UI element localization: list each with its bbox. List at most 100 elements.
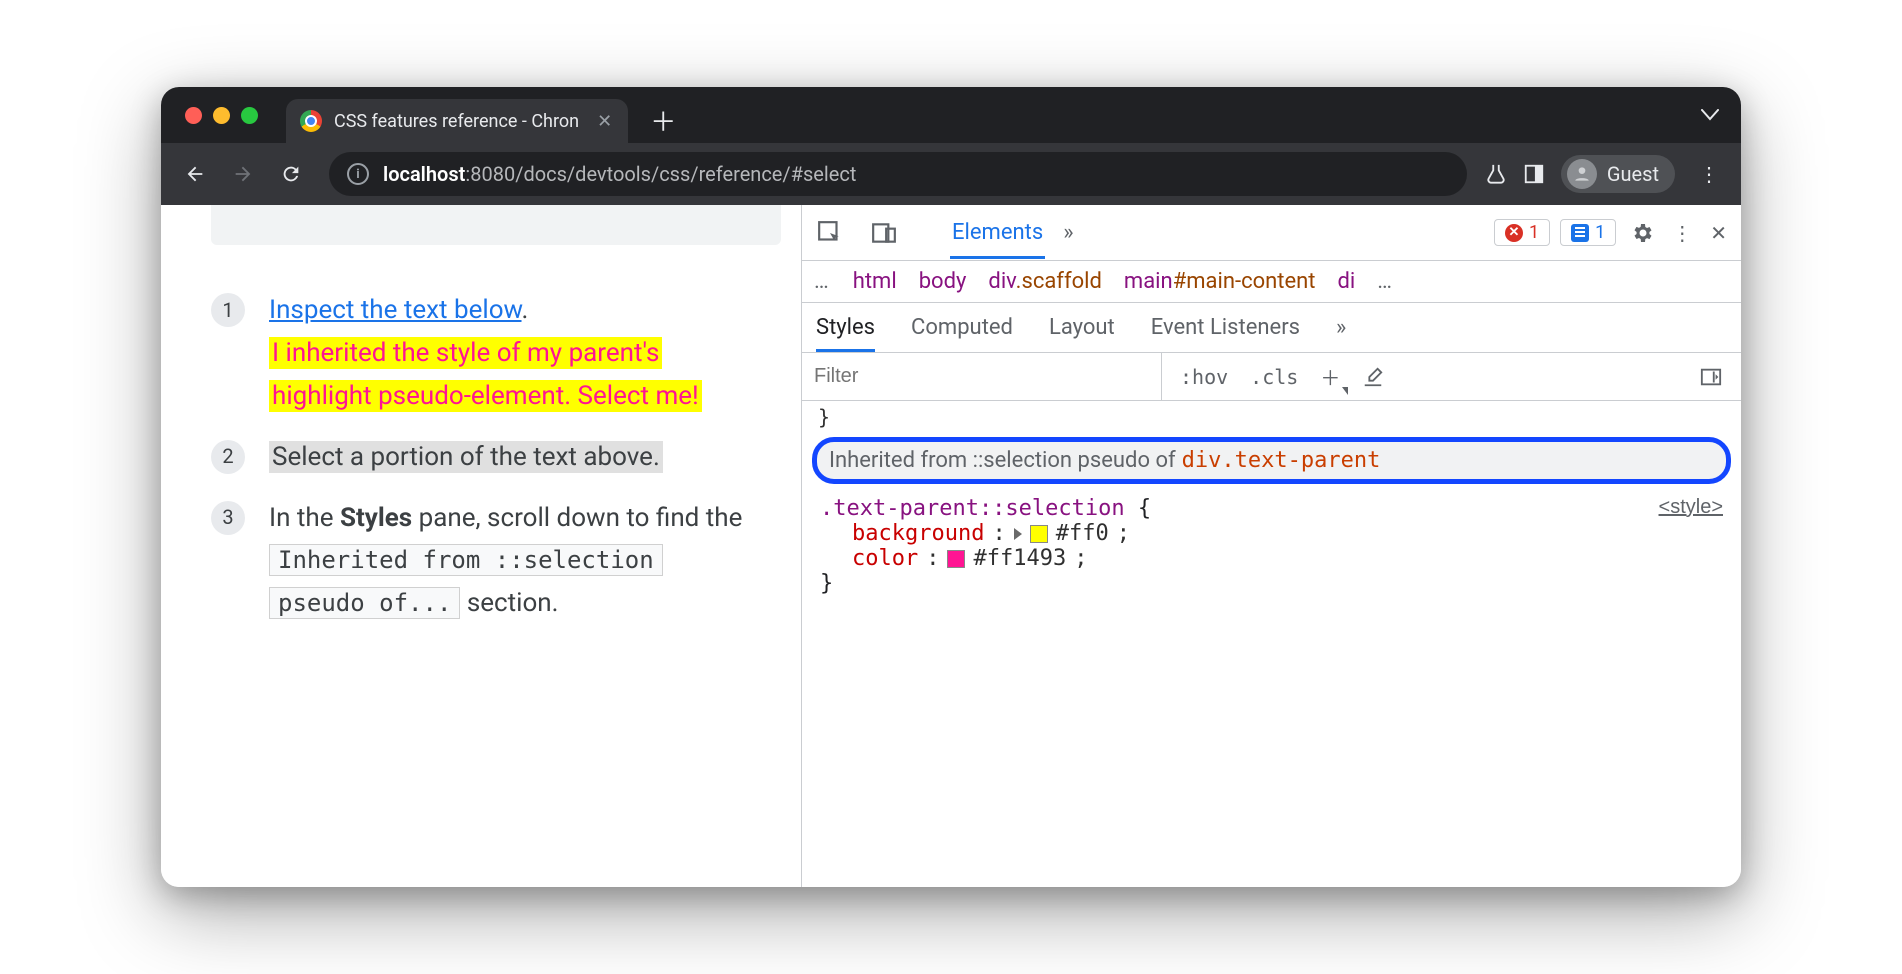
- devtools-close-button[interactable]: ✕: [1706, 217, 1731, 249]
- bc-html[interactable]: html: [853, 269, 897, 294]
- labs-icon[interactable]: [1485, 162, 1507, 186]
- tabs-overflow-icon[interactable]: »: [1063, 220, 1073, 245]
- profile-button[interactable]: Guest: [1561, 155, 1675, 193]
- url-path: /docs/devtools/css/reference/#select: [515, 162, 856, 186]
- devtools-brush-icon[interactable]: [1358, 364, 1388, 390]
- step3-bold: Styles: [340, 503, 412, 533]
- message-count-button[interactable]: 1: [1560, 219, 1616, 246]
- val-background: #ff0: [1056, 521, 1109, 546]
- step-badge: 1: [211, 293, 245, 327]
- browser-toolbar: i localhost:8080/docs/devtools/css/refer…: [161, 143, 1741, 205]
- forward-button[interactable]: [223, 154, 263, 194]
- dom-breadcrumb[interactable]: … html body div.scaffold main#main-conte…: [802, 261, 1741, 303]
- toolbar-right: Guest ⋮: [1485, 155, 1727, 193]
- bc-overflow-right[interactable]: …: [1377, 269, 1394, 294]
- back-button[interactable]: [175, 154, 215, 194]
- rule-selector: .text-parent::selection: [820, 496, 1125, 521]
- window-close-button[interactable]: [185, 107, 202, 124]
- message-count: 1: [1595, 222, 1605, 243]
- val-color: #ff1493: [973, 546, 1066, 571]
- decl-color[interactable]: color: #ff1493;: [820, 546, 1723, 571]
- browser-window: CSS features reference - Chron ✕ ＋ i loc…: [161, 87, 1741, 887]
- semi2: ;: [1074, 546, 1087, 571]
- styles-filter-input[interactable]: [802, 353, 1162, 400]
- step-badge: 2: [211, 440, 245, 474]
- subtab-event-listeners[interactable]: Event Listeners: [1151, 303, 1300, 352]
- step3-code2: pseudo of...: [269, 587, 460, 619]
- prop-color: color: [852, 546, 918, 571]
- error-count: 1: [1529, 222, 1539, 243]
- new-style-rule-button[interactable]: ＋: [1316, 360, 1344, 393]
- devtools-panel: Elements » ✕ 1 1 ⋮ ✕: [801, 205, 1741, 887]
- titlebar: CSS features reference - Chron ✕ ＋: [161, 87, 1741, 143]
- prev-rule-close-brace: }: [802, 405, 1741, 429]
- page-viewport: 1 Inspect the text below. I inherited th…: [161, 205, 801, 887]
- step3-code1: Inherited from ::selection: [269, 544, 663, 576]
- step1-dot: .: [522, 295, 529, 325]
- device-toolbar-icon[interactable]: [866, 215, 902, 251]
- styles-filter-row: :hov .cls ＋: [802, 353, 1741, 401]
- browser-tab[interactable]: CSS features reference - Chron ✕: [286, 99, 628, 143]
- reload-button[interactable]: [271, 154, 311, 194]
- rule-open-brace: {: [1125, 496, 1152, 521]
- new-tab-button[interactable]: ＋: [646, 103, 680, 137]
- bc-di[interactable]: di: [1338, 269, 1356, 294]
- reading-list-icon[interactable]: [1523, 163, 1545, 185]
- url-port: :8080: [465, 162, 515, 186]
- decl-background[interactable]: background: #ff0;: [820, 521, 1723, 546]
- window-minimize-button[interactable]: [213, 107, 230, 124]
- tabs-dropdown-button[interactable]: [1701, 109, 1719, 121]
- error-count-button[interactable]: ✕ 1: [1494, 219, 1550, 246]
- step-badge: 3: [211, 501, 245, 535]
- subtab-styles[interactable]: Styles: [816, 303, 875, 352]
- step3-prefix: In the: [269, 503, 340, 533]
- semi1: ;: [1117, 521, 1130, 546]
- window-controls: [185, 107, 258, 124]
- devtools-main-tabs: Elements » ✕ 1 1 ⋮ ✕: [802, 205, 1741, 261]
- expand-icon[interactable]: [1014, 528, 1022, 540]
- browser-menu-button[interactable]: ⋮: [1691, 156, 1727, 192]
- devtools-settings-icon[interactable]: [1626, 217, 1658, 249]
- styles-subtabs: Styles Computed Layout Event Listeners »: [802, 303, 1741, 353]
- bc-main[interactable]: main#main-content: [1124, 269, 1316, 294]
- highlighted-text-line1[interactable]: I inherited the style of my parent's: [269, 337, 662, 369]
- rule-selector-line[interactable]: .text-parent::selection {: [820, 496, 1151, 521]
- steps-list: 1 Inspect the text below. I inherited th…: [211, 289, 773, 625]
- url-text: localhost:8080/docs/devtools/css/referen…: [383, 162, 856, 186]
- prop-background: background: [852, 521, 984, 546]
- color-swatch-color[interactable]: [947, 550, 965, 568]
- rule-close-brace: }: [820, 571, 1723, 596]
- bc-overflow-left[interactable]: …: [814, 269, 831, 294]
- tab-title: CSS features reference - Chron: [334, 111, 579, 132]
- content-area: 1 Inspect the text below. I inherited th…: [161, 205, 1741, 887]
- bc-div[interactable]: div.scaffold: [988, 269, 1102, 294]
- tab-elements[interactable]: Elements: [950, 206, 1045, 259]
- inherit-selector: div.text-parent: [1182, 448, 1381, 473]
- step2-text: Select a portion of the text above.: [269, 441, 663, 473]
- step-3: 3 In the Styles pane, scroll down to fin…: [211, 497, 773, 626]
- site-info-icon[interactable]: i: [347, 163, 369, 185]
- inherited-from-banner[interactable]: Inherited from ::selection pseudo of div…: [812, 437, 1731, 484]
- tab-close-button[interactable]: ✕: [597, 111, 612, 132]
- step-2: 2 Select a portion of the text above.: [211, 436, 773, 479]
- step3-suffix: section.: [460, 588, 558, 618]
- message-icon: [1571, 224, 1589, 242]
- inspect-element-icon[interactable]: [812, 215, 848, 251]
- error-icon: ✕: [1505, 224, 1523, 242]
- color-swatch-bg[interactable]: [1030, 525, 1048, 543]
- computed-toggle-icon[interactable]: [1695, 364, 1727, 390]
- page-header-stub: [211, 205, 781, 245]
- subtabs-overflow-icon[interactable]: »: [1336, 315, 1346, 340]
- window-maximize-button[interactable]: [241, 107, 258, 124]
- highlighted-text-line2[interactable]: highlight pseudo-element. Select me!: [269, 380, 702, 412]
- hov-toggle[interactable]: :hov: [1176, 363, 1232, 391]
- subtab-layout[interactable]: Layout: [1049, 303, 1115, 352]
- bc-body[interactable]: body: [919, 269, 967, 294]
- devtools-menu-button[interactable]: ⋮: [1668, 217, 1696, 249]
- css-rule[interactable]: .text-parent::selection { <style> backgr…: [802, 492, 1741, 600]
- address-bar[interactable]: i localhost:8080/docs/devtools/css/refer…: [329, 152, 1467, 196]
- rule-source-link[interactable]: <style>: [1659, 496, 1723, 521]
- cls-toggle[interactable]: .cls: [1246, 363, 1302, 391]
- inspect-link[interactable]: Inspect the text below: [269, 295, 522, 325]
- subtab-computed[interactable]: Computed: [911, 303, 1013, 352]
